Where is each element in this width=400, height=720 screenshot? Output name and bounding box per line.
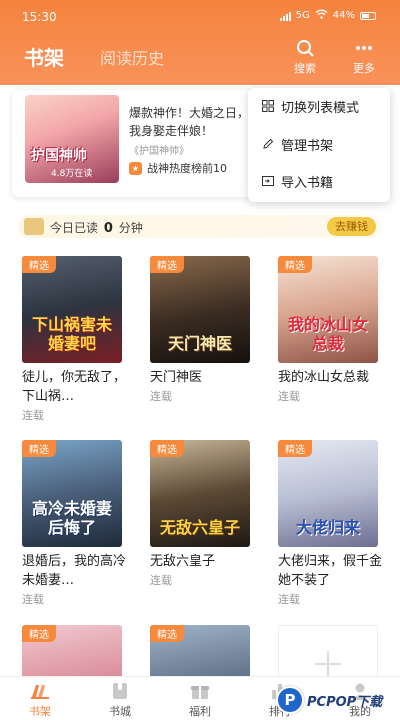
featured-cover-title: 护国神帅 (31, 148, 87, 164)
book-item[interactable]: 精选 高冷未婚妻后悔了 退婚后，我的高冷未婚妻… 连载 (22, 440, 126, 607)
search-icon (297, 40, 314, 57)
book-item[interactable]: 精选 下山祸害未婚妻吧 徒儿，你无敌了，下山祸… 连载 (22, 256, 126, 423)
book-title: 天门神医 (150, 370, 203, 385)
book-cover: 精选 天门神医 (150, 256, 250, 363)
featured-rank-text: 战神热度榜前10 (147, 162, 227, 175)
featured-tag: 精选 (278, 440, 312, 457)
menu-item-switch-list[interactable]: 切换列表模式 (262, 96, 359, 116)
pencil-icon (263, 138, 274, 149)
book-cover: 精选 我的冰山女总裁 (278, 256, 378, 363)
cover-title: 无敌六皇子 (159, 518, 240, 537)
book-title: 无敌六皇子 (150, 554, 216, 569)
book-item[interactable]: 精选 无敌六皇子 无敌六皇子 连载 (150, 440, 250, 588)
book-cover: 精选 下山祸害未婚妻吧 (22, 256, 122, 363)
book-title: 退婚后，我的高冷未婚妻… (22, 554, 127, 588)
status-bar: 15:30 5G 44% (0, 0, 400, 34)
rank-icon: ★ (129, 161, 142, 175)
book-status: 连载 (278, 390, 300, 403)
nav-label: 书城 (109, 705, 131, 718)
book-status: 连载 (22, 409, 44, 422)
nav-label: 书架 (29, 705, 51, 718)
nav-welfare[interactable]: 福利 (172, 681, 228, 719)
today-reading-bar: 今日已读 0 分钟 去赚钱 (18, 215, 382, 238)
search-label: 搜索 (294, 62, 316, 75)
cover-title: 天门神医 (167, 334, 232, 353)
battery-icon (360, 11, 376, 20)
bookshelf-icon (31, 685, 49, 699)
book-item[interactable]: 精选 大佬归来 大佬归来，假千金她不装了 连载 (278, 440, 382, 607)
menu-item-import-books[interactable]: 导入书籍 (262, 171, 333, 191)
nav-bookstore[interactable]: 书城 (92, 681, 148, 719)
status-time: 15:30 (22, 10, 57, 24)
book-title: 大佬归来，假千金她不装了 (278, 554, 383, 588)
featured-cover: 护国神帅 4.8万在读 (25, 95, 119, 183)
battery-level: 44% (332, 10, 355, 21)
watermark-logo-icon: P (276, 686, 304, 714)
grid-icon (262, 100, 274, 112)
book-cover: 精选 无敌六皇子 (150, 440, 250, 547)
tab-reading-history[interactable]: 阅读历史 (100, 45, 164, 69)
book-cover: 精选 (150, 625, 250, 680)
cover-title: 大佬归来 (295, 518, 360, 537)
book-cover: 精选 (22, 625, 122, 680)
book-status: 连载 (278, 593, 300, 606)
menu-item-label: 切换列表模式 (281, 100, 360, 116)
book-stack-icon (24, 218, 44, 235)
gift-icon (191, 686, 209, 699)
cover-title: 下山祸害未婚妻吧 (31, 315, 112, 353)
menu-item-manage-shelf[interactable]: 管理书架 (262, 134, 333, 154)
watermark-text: PCPOP下载 (307, 694, 383, 710)
reading-minutes: 0 (103, 221, 113, 236)
featured-rank: ★ 战神热度榜前10 (129, 160, 227, 176)
earn-money-button[interactable]: 去赚钱 (327, 217, 376, 236)
book-status: 连载 (150, 574, 172, 587)
cover-title: 高冷未婚妻后悔了 (31, 499, 112, 537)
book-icon (113, 683, 127, 699)
signal-icon (279, 11, 291, 21)
network-type: 5G (295, 10, 310, 21)
featured-tag: 精选 (22, 256, 56, 273)
featured-tag: 精选 (22, 625, 56, 642)
book-item[interactable]: 精选 (22, 625, 122, 680)
wifi-icon (315, 9, 328, 22)
plus-icon (315, 651, 341, 677)
book-status: 连载 (22, 593, 44, 606)
cover-title: 我的冰山女总裁 (287, 315, 368, 353)
book-title: 我的冰山女总裁 (278, 370, 370, 385)
more-button[interactable]: 更多 (344, 38, 384, 76)
nav-label: 福利 (189, 705, 211, 718)
book-item[interactable]: 精选 我的冰山女总裁 我的冰山女总裁 连载 (278, 256, 378, 404)
tab-bookshelf[interactable]: 书架 (24, 42, 64, 71)
featured-book-name: 《护国神帅》 (129, 146, 189, 157)
book-cover: 精选 大佬归来 (278, 440, 378, 547)
menu-item-label: 管理书架 (281, 138, 334, 154)
book-title: 徒儿，你无敌了，下山祸… (22, 370, 127, 404)
book-item[interactable]: 精选 天门神医 天门神医 连载 (150, 256, 250, 404)
featured-tag: 精选 (278, 256, 312, 273)
search-button[interactable]: 搜索 (285, 38, 325, 76)
watermark: P PCPOP下载 (276, 683, 396, 717)
book-item[interactable]: 精选 (150, 625, 250, 680)
featured-readers: 4.8万在读 (51, 169, 93, 179)
today-reading-text: 今日已读 0 分钟 (50, 221, 143, 236)
more-icon (356, 46, 372, 50)
more-menu: 切换列表模式 管理书架 导入书籍 (248, 88, 390, 202)
featured-tag: 精选 (150, 256, 184, 273)
menu-item-label: 导入书籍 (281, 175, 334, 191)
nav-bookshelf[interactable]: 书架 (12, 681, 68, 719)
top-header: 15:30 5G 44% 书架 阅读历史 搜索 更多 (0, 0, 400, 85)
featured-tag: 精选 (22, 440, 56, 457)
import-icon (262, 176, 274, 186)
featured-tag: 精选 (150, 440, 184, 457)
featured-tag: 精选 (150, 625, 184, 642)
more-label: 更多 (353, 62, 375, 75)
status-indicators: 5G 44% (279, 9, 376, 22)
book-status: 连载 (150, 390, 172, 403)
book-cover: 精选 高冷未婚妻后悔了 (22, 440, 122, 547)
